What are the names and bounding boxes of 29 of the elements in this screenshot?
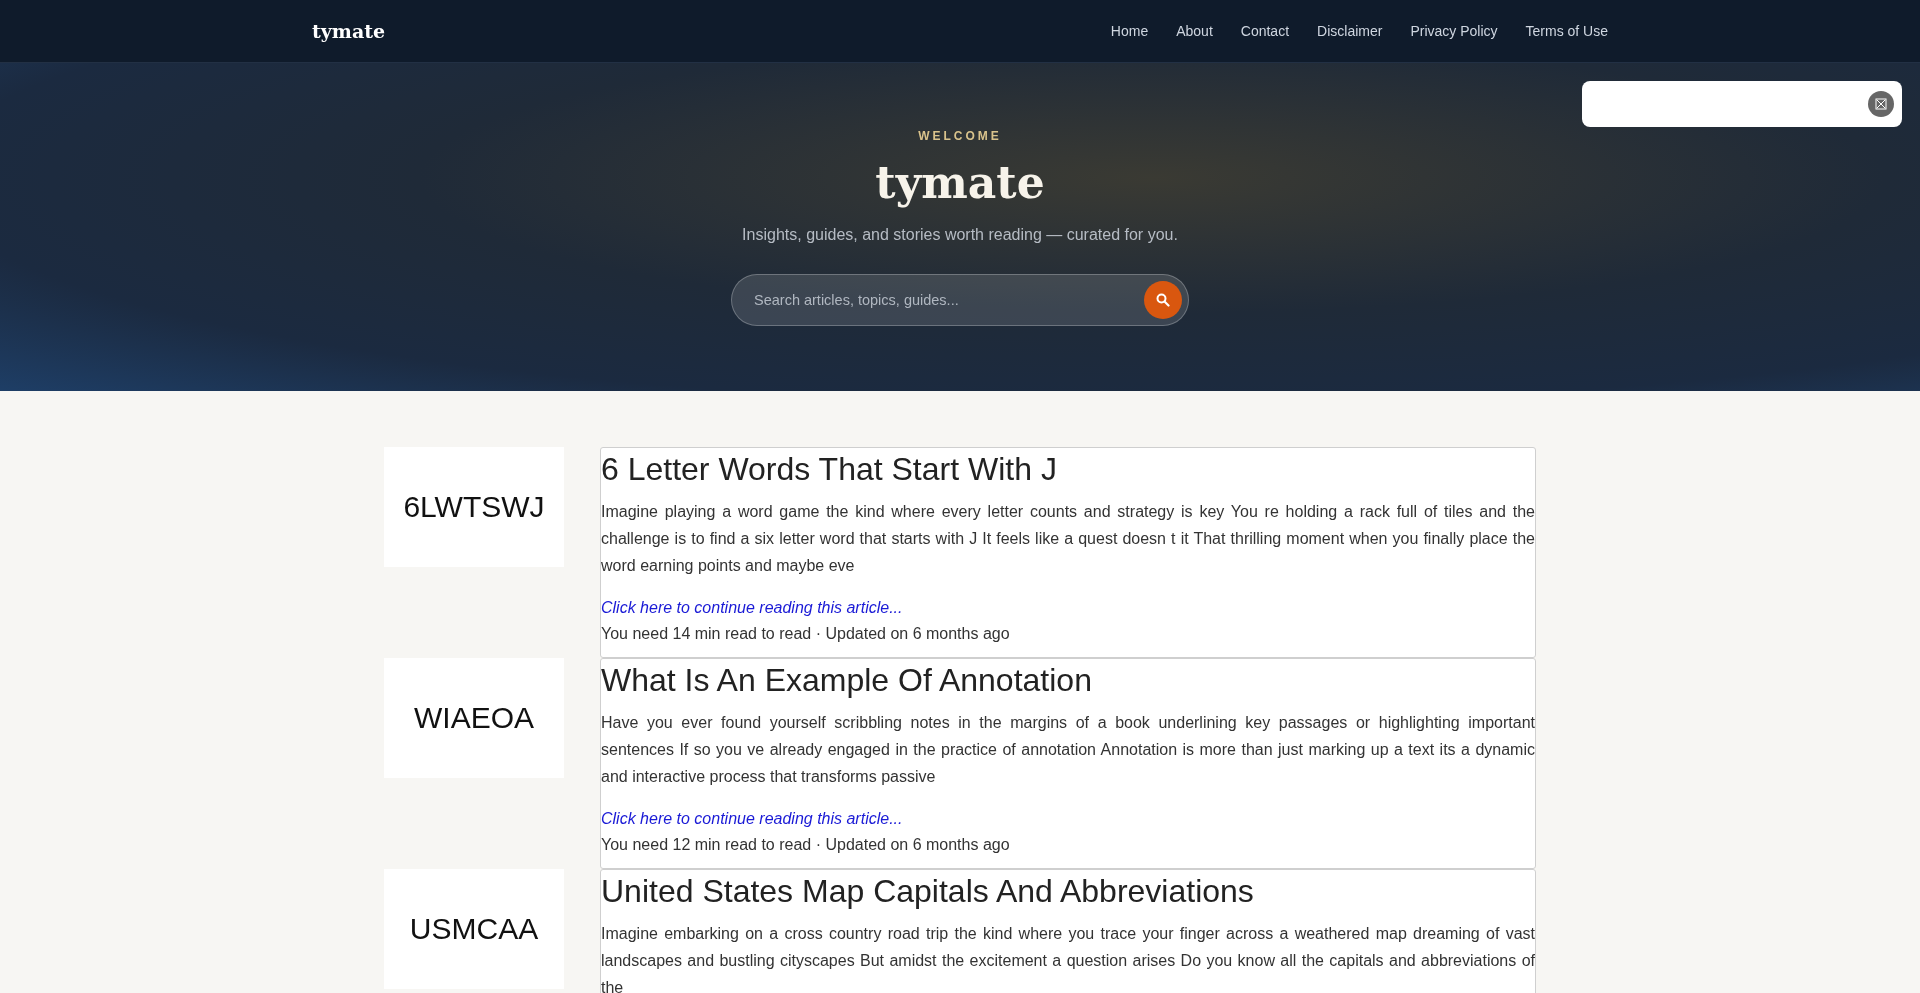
article-thumbnail[interactable]: USMCAA	[384, 869, 564, 989]
site-logo[interactable]: tymate	[312, 20, 386, 42]
article-excerpt: Imagine playing a word game the kind where every letter counts and strategy is key You re holding a rack full of tiles and the challenge is to find a six letter word that starts with J It feels like a quest doesn t it That thrilling moment when you finally place the word earning points and maybe eve	[601, 502, 1535, 576]
read-more-link[interactable]: Click here to continue reading this article...	[601, 810, 1535, 828]
search-button[interactable]	[1144, 281, 1182, 319]
article-meta: You need 12 min read to read · Updated on 6 months ago	[601, 836, 1011, 854]
nav-link[interactable]: Terms of Use	[1525, 23, 1608, 39]
nav-link[interactable]: Home	[1110, 23, 1149, 39]
search-icon	[1156, 293, 1170, 307]
nav-link[interactable]: Disclaimer	[1317, 23, 1383, 39]
search-input[interactable]: Search articles, topics, guides...	[752, 291, 1144, 309]
article-thumbnail[interactable]: 6LWTSWJ	[384, 447, 564, 567]
close-button[interactable]	[1868, 91, 1894, 117]
nav-link[interactable]: Privacy Policy	[1410, 23, 1498, 39]
article-excerpt: Have you ever found yourself scribbling notes in the margins of a book underlining key passages or highlighting important sentences If so you ve already engaged in the practice of annotation Annotation is more than just marking up a text its a dynamic and interactive process that transforms passive	[601, 713, 1535, 787]
close-icon	[1875, 98, 1887, 110]
nav-link[interactable]: About	[1176, 23, 1213, 39]
hero-subtitle: Insights, guides, and stories worth reading — curated for you.	[742, 226, 1178, 244]
article-thumbnail[interactable]: WIAEOA	[384, 658, 564, 778]
hero-title: tymate	[875, 157, 1045, 208]
article-title[interactable]: What Is An Example Of Annotation	[601, 659, 1535, 701]
article-title[interactable]: United States Map Capitals And Abbreviations	[601, 870, 1535, 912]
article-excerpt: Imagine embarking on a cross country road trip the kind where you trace your finger across a weathered map dreaming of vast landscapes and bustling cityscapes But amidst the excitement a question arises Do you know all the capitals and abbreviations of the	[601, 924, 1535, 993]
read-more-link[interactable]: Click here to continue reading this article...	[601, 599, 1535, 617]
article-meta: You need 14 min read to read · Updated on 6 months ago	[601, 625, 1011, 643]
hero-eyebrow: WELCOME	[918, 129, 1002, 143]
nav-link[interactable]: Contact	[1240, 23, 1290, 39]
search-field[interactable]: Search articles, topics, guides...	[731, 274, 1189, 326]
article-title[interactable]: 6 Letter Words That Start With J	[601, 448, 1535, 490]
